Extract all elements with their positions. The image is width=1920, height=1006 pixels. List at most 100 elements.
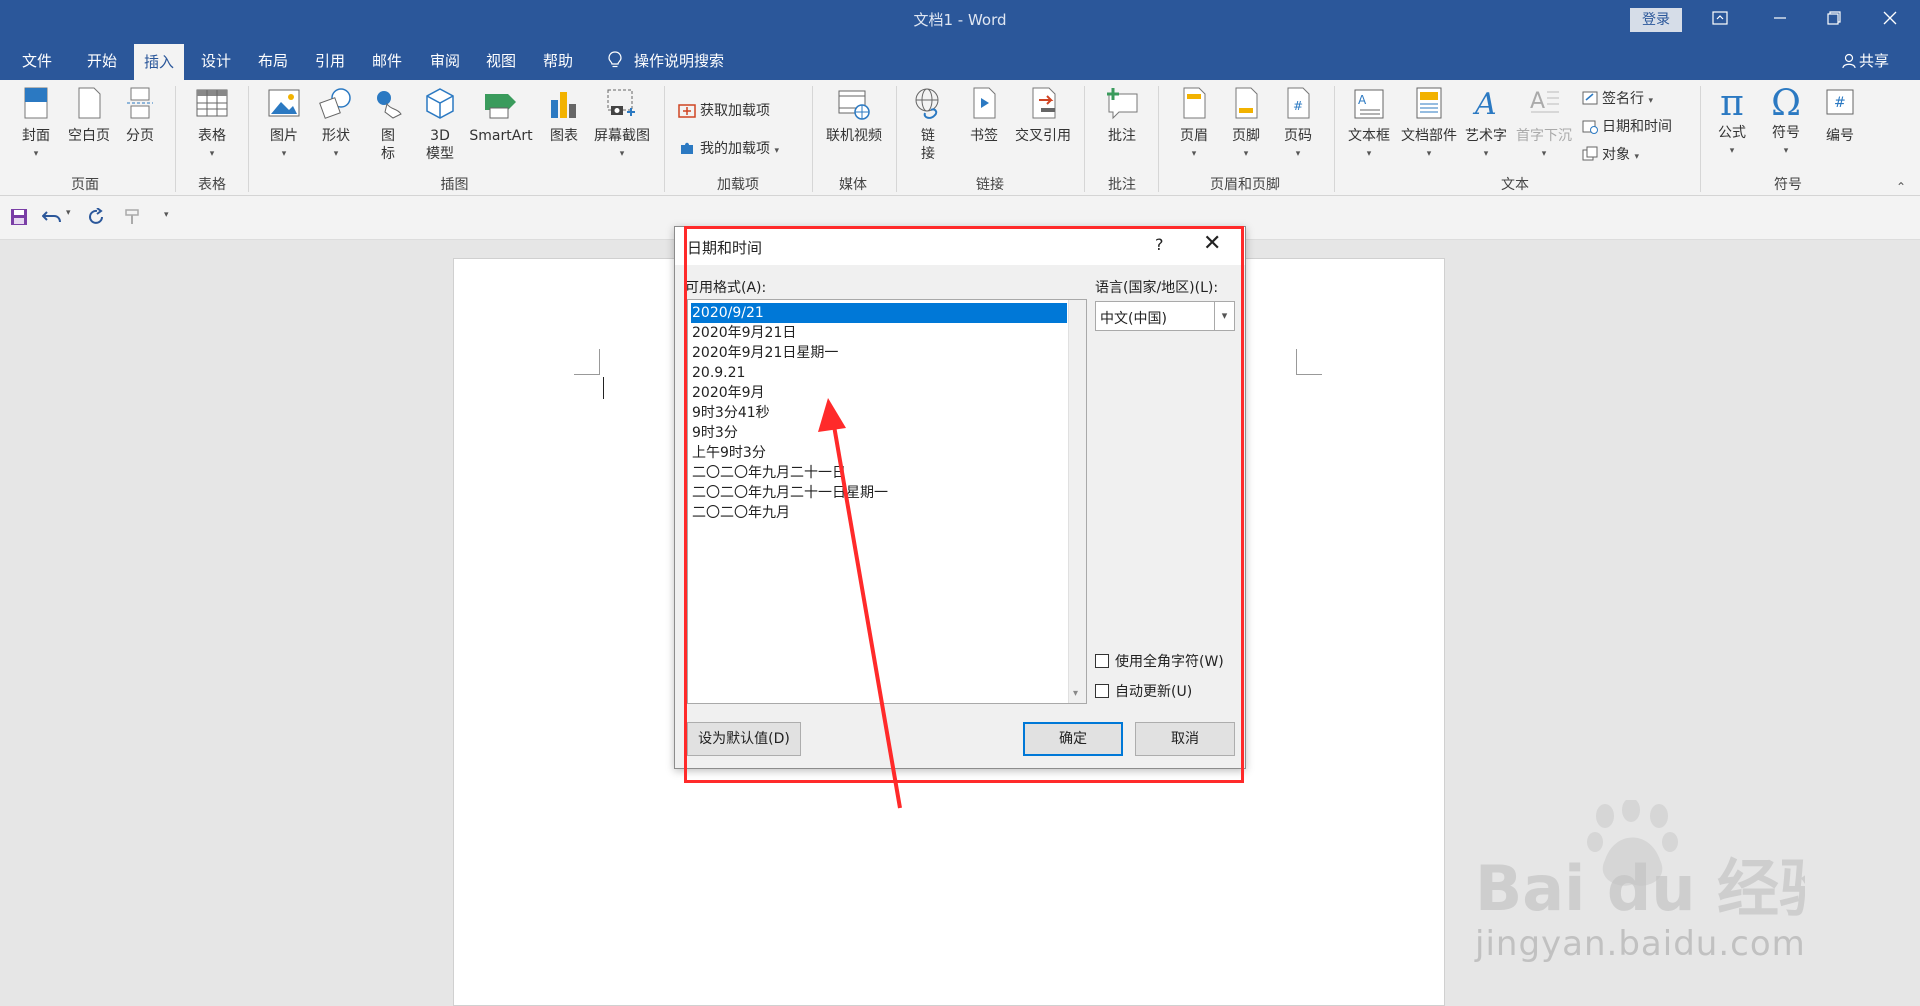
footer-icon bbox=[1235, 87, 1258, 119]
symbol-button[interactable]: Ω 符号 ▾ bbox=[1762, 84, 1810, 160]
customize-qat-icon[interactable]: ▾ bbox=[164, 210, 169, 220]
smartart-button[interactable]: SmartArt bbox=[466, 86, 536, 145]
number-button[interactable]: # 编号 bbox=[1816, 86, 1864, 145]
picture-button[interactable]: 图片 ▾ bbox=[260, 86, 308, 163]
format-painter-icon[interactable] bbox=[124, 208, 142, 230]
page-number-button[interactable]: # 页码 ▾ bbox=[1276, 86, 1320, 163]
online-video-label: 联机视频 bbox=[826, 128, 882, 144]
tab-review[interactable]: 审阅 bbox=[430, 50, 460, 71]
online-video-icon bbox=[838, 90, 870, 120]
bookmark-icon bbox=[973, 87, 996, 119]
signature-line-button[interactable]: 签名行 ▾ bbox=[1582, 88, 1653, 108]
tab-view[interactable]: 视图 bbox=[486, 50, 516, 71]
ribbon-separator bbox=[1158, 86, 1159, 192]
svg-text:#: # bbox=[1834, 95, 1846, 111]
login-button[interactable]: 登录 bbox=[1630, 8, 1682, 32]
group-header-footer-label: 页眉和页脚 bbox=[1210, 177, 1280, 193]
menu-bar: 文件 开始 插入 设计 布局 引用 邮件 审阅 视图 帮助 操作说明搜索 共享 bbox=[0, 38, 1920, 80]
ribbon-display-options-icon[interactable] bbox=[1700, 6, 1740, 34]
date-time-button[interactable]: 日期和时间 bbox=[1582, 116, 1672, 136]
screenshot-icon bbox=[607, 89, 635, 116]
header-button[interactable]: 页眉 ▾ bbox=[1172, 86, 1216, 163]
smartart-label: SmartArt bbox=[469, 128, 533, 144]
ribbon-separator bbox=[664, 86, 665, 192]
collapse-ribbon-icon[interactable]: ⌃ bbox=[1896, 180, 1906, 194]
wordart-icon: A bbox=[1472, 87, 1497, 122]
comment-button[interactable]: 批注 bbox=[1098, 86, 1146, 145]
header-icon bbox=[1183, 87, 1206, 119]
tab-help[interactable]: 帮助 bbox=[543, 50, 573, 71]
person-icon bbox=[1842, 53, 1856, 73]
tab-mailings[interactable]: 邮件 bbox=[372, 50, 402, 71]
shapes-button[interactable]: 形状 ▾ bbox=[314, 86, 358, 163]
ribbon-separator bbox=[175, 86, 176, 192]
object-button[interactable]: 对象 ▾ bbox=[1582, 144, 1639, 164]
undo-dropdown-icon[interactable]: ▾ bbox=[66, 208, 71, 218]
object-icon bbox=[1582, 146, 1598, 161]
equation-label: 公式 bbox=[1718, 125, 1746, 141]
wordart-label: 艺术字 bbox=[1465, 128, 1507, 144]
tab-insert[interactable]: 插入 bbox=[134, 44, 185, 80]
chart-label: 图表 bbox=[550, 128, 578, 144]
tab-references[interactable]: 引用 bbox=[315, 50, 345, 71]
drop-cap-button[interactable]: A 首字下沉 ▾ bbox=[1512, 86, 1576, 163]
textbox-icon: A bbox=[1354, 89, 1384, 119]
equation-button[interactable]: π 公式 ▾ bbox=[1708, 84, 1756, 160]
bookmark-button[interactable]: 书签 bbox=[962, 86, 1006, 145]
ribbon-separator bbox=[896, 86, 897, 192]
tab-home[interactable]: 开始 bbox=[87, 50, 117, 71]
cross-reference-label: 交叉引用 bbox=[1015, 128, 1071, 144]
my-addins-button[interactable]: 我的加载项 ▾ bbox=[678, 138, 779, 158]
quick-parts-label: 文档部件 bbox=[1401, 128, 1457, 144]
smartart-icon bbox=[485, 94, 516, 119]
page-break-icon bbox=[127, 87, 153, 119]
get-addins-button[interactable]: 获取加载项 bbox=[678, 100, 770, 120]
3d-label-1: 3D bbox=[430, 128, 450, 144]
close-window-icon[interactable] bbox=[1870, 6, 1910, 34]
cube-icon bbox=[426, 88, 454, 119]
lightbulb-icon bbox=[608, 51, 622, 69]
chevron-down-icon: ▾ bbox=[1243, 149, 1249, 159]
online-video-button[interactable]: 联机视频 bbox=[820, 86, 888, 145]
shapes-label: 形状 bbox=[322, 128, 350, 144]
signature-icon bbox=[1582, 91, 1598, 105]
watermark-url: jingyan.baidu.com bbox=[1475, 924, 1806, 964]
tab-file[interactable]: 文件 bbox=[22, 50, 52, 71]
minimize-icon[interactable] bbox=[1760, 6, 1800, 34]
blank-page-button[interactable]: 空白页 bbox=[64, 86, 114, 145]
page-break-button[interactable]: 分页 bbox=[120, 86, 160, 145]
crop-mark-left bbox=[574, 349, 600, 375]
3d-label-2: 模型 bbox=[426, 146, 454, 162]
footer-button[interactable]: 页脚 ▾ bbox=[1224, 86, 1268, 163]
table-button[interactable]: 表格 ▾ bbox=[188, 86, 236, 163]
chart-button[interactable]: 图表 bbox=[542, 86, 586, 145]
redo-icon[interactable] bbox=[88, 207, 106, 230]
3d-models-button[interactable]: 3D 模型 bbox=[418, 86, 462, 163]
quick-parts-button[interactable]: 文档部件 ▾ bbox=[1398, 86, 1460, 163]
textbox-button[interactable]: A 文本框 ▾ bbox=[1344, 86, 1394, 163]
number-label: 编号 bbox=[1826, 128, 1854, 144]
comment-icon bbox=[1107, 88, 1138, 120]
globe-link-icon bbox=[915, 88, 939, 119]
group-comments-label: 批注 bbox=[1108, 177, 1136, 193]
cross-reference-button[interactable]: 交叉引用 bbox=[1010, 86, 1076, 145]
cover-page-button[interactable]: 封面 ▾ bbox=[14, 86, 58, 163]
tab-layout[interactable]: 布局 bbox=[258, 50, 288, 71]
icons-button[interactable]: 图 标 bbox=[366, 86, 410, 163]
tell-me-search[interactable]: 操作说明搜索 bbox=[608, 50, 724, 71]
annotation-highlight-box bbox=[684, 226, 1244, 783]
comment-label: 批注 bbox=[1108, 128, 1136, 144]
tab-design[interactable]: 设计 bbox=[201, 50, 231, 71]
save-icon[interactable] bbox=[10, 208, 28, 230]
screenshot-button[interactable]: 屏幕截图 ▾ bbox=[590, 86, 654, 163]
chevron-down-icon: ▾ bbox=[209, 149, 215, 159]
link-button[interactable]: 链 接 bbox=[908, 86, 948, 163]
share-button[interactable]: 共享 bbox=[1842, 50, 1889, 73]
wordart-button[interactable]: A 艺术字 ▾ bbox=[1462, 86, 1510, 163]
chevron-down-icon: ▾ bbox=[1648, 96, 1653, 106]
restore-icon[interactable] bbox=[1814, 6, 1854, 34]
chevron-down-icon: ▾ bbox=[1483, 149, 1489, 159]
group-text-label: 文本 bbox=[1501, 177, 1529, 193]
svg-text:A: A bbox=[1472, 87, 1497, 122]
undo-icon[interactable] bbox=[41, 208, 64, 230]
